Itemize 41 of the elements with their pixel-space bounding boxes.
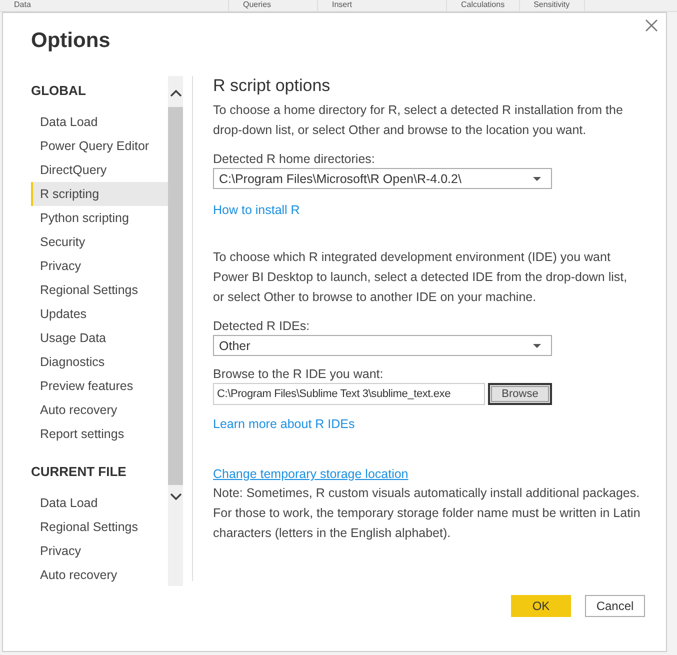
scrollbar[interactable] [168,76,183,586]
sidebar-item[interactable]: Auto recovery [31,563,168,587]
field-label: Detected R IDEs: [213,318,310,335]
sidebar-item[interactable]: Diagnostics [31,350,168,374]
cancel-button[interactable]: Cancel [585,595,645,617]
sidebar-item[interactable]: Security [31,230,168,254]
scrollbar-thumb[interactable] [168,107,183,485]
description-text: To choose which R integrated development environment (IDE) you want Power BI Desktop to launch, select a detected IDE from the drop-down list, or select Other to browse to another IDE on your machine. [213,249,628,306]
sidebar-item[interactable]: Power Query Editor [31,134,168,158]
ide-dropdown[interactable]: Other [213,335,552,356]
sidebar-item[interactable]: Auto recovery [31,398,168,422]
sidebar-item[interactable]: Report settings [31,422,168,446]
field-label: Browse to the R IDE you want: [213,366,384,383]
close-icon[interactable] [645,19,658,32]
description-text: To choose a home directory for R, select a detected R installation from the drop-down list, or select Other and browse to the location you want. [213,102,624,139]
sidebar-item[interactable]: R scripting [31,182,168,206]
ok-button[interactable]: OK [511,595,571,617]
dropdown-caret-icon [533,344,541,348]
note-text: Note: Sometimes, R custom visuals automatically install additional packages. For those to work, the temporary storage folder name must be written in Latin characters (letters in the English alphabet). [213,485,642,542]
sidebar-item[interactable]: Privacy [31,539,168,563]
chevron-up-icon[interactable] [170,89,182,97]
sidebar-item[interactable]: Regional Settings [31,515,168,539]
sidebar-item[interactable]: Privacy [31,254,168,278]
ide-path-field[interactable]: C:\Program Files\Sublime Text 3\sublime_text.exe [213,383,485,405]
sidebar-item[interactable]: Data Load [31,491,168,515]
sidebar-item[interactable]: Data Load [31,110,168,134]
browse-button[interactable]: Browse [488,383,552,405]
dropdown-caret-icon [533,176,541,180]
home-directory-dropdown[interactable]: C:\Program Files\Microsoft\R Open\R-4.0.2\ [213,168,552,189]
section-heading: GLOBAL [31,82,87,100]
sidebar-item[interactable]: Updates [31,302,168,326]
sidebar-item[interactable]: Preview features [31,374,168,398]
dialog-title: Options [31,29,110,53]
sidebar-item[interactable]: Usage Data [31,326,168,350]
section-title: R script options [213,76,330,96]
section-heading: CURRENT FILE [31,463,128,481]
sidebar-item[interactable]: DirectQuery [31,158,168,182]
sidebar-item[interactable]: Regional Settings [31,278,168,302]
field-label: Detected R home directories: [213,151,375,168]
sidebar-item[interactable]: Python scripting [31,206,168,230]
chevron-down-icon[interactable] [170,493,182,501]
